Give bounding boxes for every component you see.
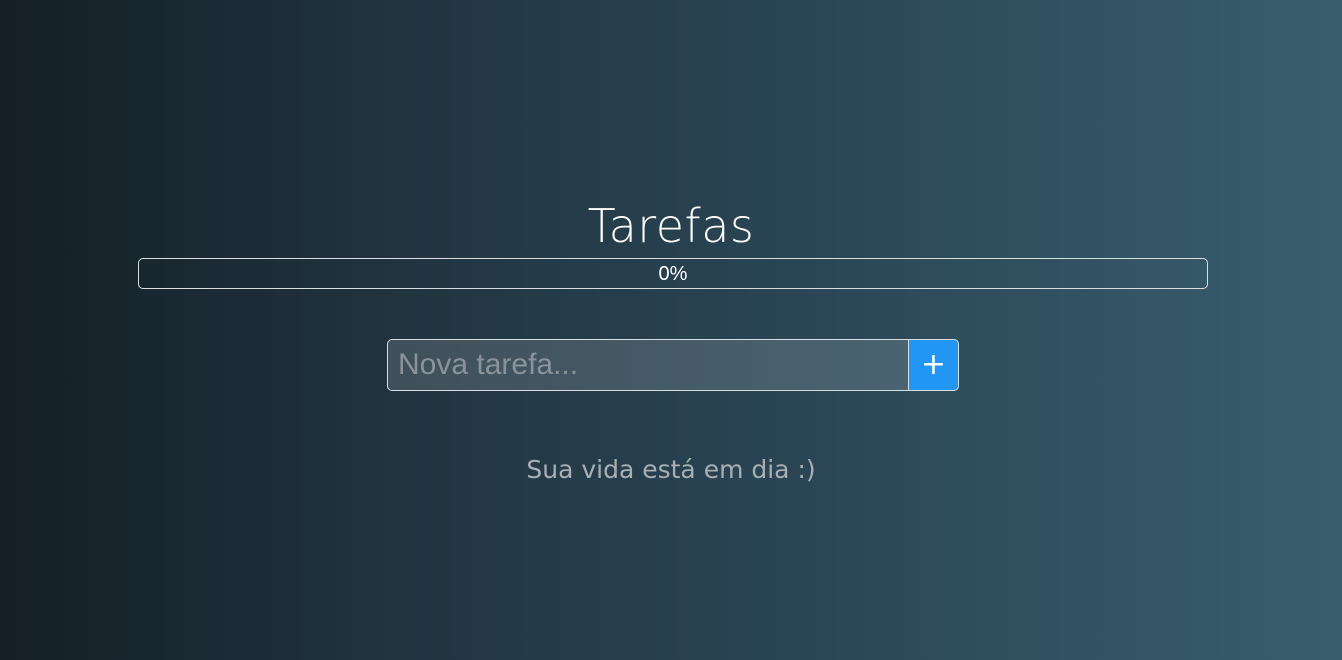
todo-app: Tarefas 0% + Sua vida está em dia :): [0, 0, 1342, 660]
add-task-button[interactable]: +: [908, 339, 959, 391]
page-title: Tarefas: [587, 199, 755, 253]
progress-percent-label: 0%: [658, 263, 688, 285]
new-task-input[interactable]: [387, 339, 908, 391]
empty-state-message: Sua vida está em dia :): [526, 455, 816, 484]
progress-bar: 0%: [138, 258, 1208, 289]
new-task-form: +: [387, 339, 959, 391]
plus-icon: +: [920, 347, 947, 382]
